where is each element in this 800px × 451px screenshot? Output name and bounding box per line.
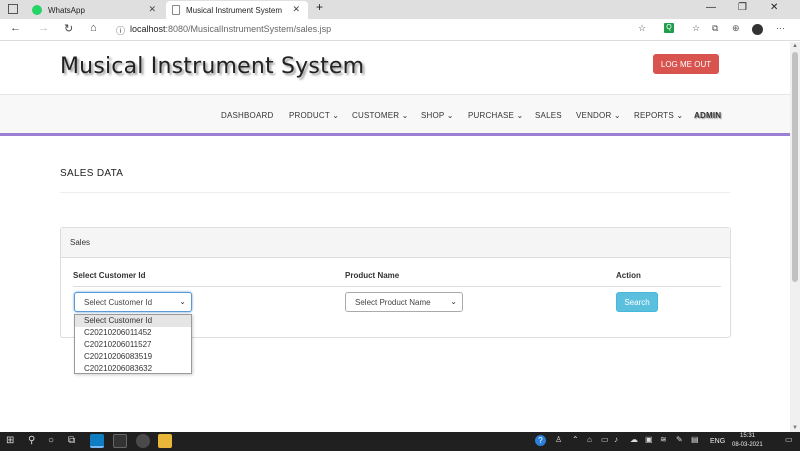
pen-icon[interactable]: ✎ bbox=[676, 435, 683, 444]
url-path: :8080/MusicalInstrumentSystem/sales.jsp bbox=[165, 24, 332, 34]
dropdown-option[interactable]: C20210206011452 bbox=[75, 327, 191, 339]
nav-item-shop[interactable]: SHOP ⌄ bbox=[421, 111, 454, 120]
close-window-icon[interactable]: ✕ bbox=[770, 2, 778, 13]
site-brand: Musical Instrument System bbox=[60, 54, 365, 79]
page-scrollbar[interactable]: ▲ ▼ bbox=[790, 42, 800, 432]
logout-button[interactable]: LOG ME OUT bbox=[653, 54, 719, 74]
nav-item-vendor[interactable]: VENDOR ⌄ bbox=[576, 111, 621, 120]
cortana-icon[interactable]: ○ bbox=[48, 435, 54, 446]
product-name-select[interactable]: Select Product Name ⌄ bbox=[345, 292, 463, 312]
windows-start-icon[interactable]: ⊞ bbox=[6, 435, 14, 446]
windows-taskbar: ⊞ ⚲ ○ ⧉ ? ♙ ⌃ ⌂ ▭ ♪ ☁ ▣ ≋ ✎ ▤ ENG 15:31 … bbox=[0, 432, 800, 451]
column-header-customer: Select Customer Id bbox=[73, 271, 146, 280]
dropdown-option[interactable]: Select Customer Id bbox=[75, 315, 191, 327]
panel-heading: Sales bbox=[61, 228, 730, 258]
refresh-icon[interactable]: ↻ bbox=[64, 22, 73, 35]
window-menu-icon[interactable] bbox=[8, 4, 18, 14]
page-icon bbox=[172, 5, 180, 15]
product-name-select-value: Select Product Name bbox=[355, 297, 431, 307]
network-icon[interactable]: ⌂ bbox=[587, 435, 592, 444]
task-view-icon[interactable]: ⧉ bbox=[68, 435, 75, 446]
divider bbox=[60, 192, 730, 193]
scrollbar-thumb[interactable] bbox=[792, 52, 798, 282]
close-icon[interactable]: ✕ bbox=[292, 4, 300, 15]
page-title: SALES DATA bbox=[60, 168, 124, 179]
info-icon[interactable]: ⓘ bbox=[116, 24, 125, 37]
address-bar: ← → ↻ ⌂ ⓘ localhost:8080/MusicalInstrume… bbox=[0, 19, 800, 41]
whatsapp-icon bbox=[32, 5, 42, 15]
more-menu-icon[interactable]: ⋯ bbox=[776, 23, 785, 34]
search-button[interactable]: Search bbox=[616, 292, 658, 312]
profile-sync-icon[interactable]: ⊕ bbox=[732, 23, 740, 34]
browser-tab-strip: WhatsApp ✕ Musical Instrument System ✕ +… bbox=[0, 0, 800, 19]
new-tab-button[interactable]: + bbox=[316, 0, 323, 14]
customer-id-select-value: Select Customer Id bbox=[84, 297, 153, 307]
nav-item-dashboard[interactable]: DASHBOARD bbox=[221, 111, 273, 120]
people-icon[interactable]: ♙ bbox=[555, 435, 562, 444]
tab-label: WhatsApp bbox=[48, 5, 85, 15]
terminal-icon[interactable] bbox=[113, 434, 127, 448]
web-page: Musical Instrument System LOG ME OUT DAS… bbox=[0, 42, 790, 432]
customer-id-select[interactable]: Select Customer Id ⌄ bbox=[74, 292, 192, 312]
avatar[interactable] bbox=[752, 24, 763, 35]
main-navbar: DASHBOARD PRODUCT ⌄ CUSTOMER ⌄ SHOP ⌄ PU… bbox=[0, 94, 790, 136]
help-icon[interactable]: ? bbox=[535, 435, 546, 446]
restore-icon[interactable]: ❐ bbox=[738, 2, 747, 13]
cloud-icon[interactable]: ☁ bbox=[630, 435, 638, 444]
camera-icon[interactable]: ▣ bbox=[645, 435, 653, 444]
file-explorer-icon[interactable] bbox=[158, 434, 172, 448]
url-field[interactable]: localhost:8080/MusicalInstrumentSystem/s… bbox=[130, 24, 331, 34]
volume-icon[interactable]: ♪ bbox=[614, 435, 618, 444]
nav-item-reports[interactable]: REPORTS ⌄ bbox=[634, 111, 683, 120]
chevron-down-icon: ⌄ bbox=[450, 297, 457, 306]
chevron-up-icon[interactable]: ⌃ bbox=[572, 435, 579, 444]
favorites-bar-icon[interactable]: ☆ bbox=[692, 23, 700, 34]
language-indicator[interactable]: ENG bbox=[710, 438, 725, 445]
panel-title: Sales bbox=[70, 238, 91, 247]
tab-musical-instrument-system[interactable]: Musical Instrument System ✕ bbox=[166, 1, 308, 19]
favorite-icon[interactable]: ☆ bbox=[638, 23, 646, 34]
minimize-icon[interactable]: — bbox=[706, 2, 716, 13]
scroll-up-icon[interactable]: ▲ bbox=[792, 43, 798, 49]
divider bbox=[73, 286, 721, 287]
search-icon[interactable]: ⚲ bbox=[28, 435, 35, 446]
notifications-icon[interactable]: ▭ bbox=[785, 435, 793, 444]
tab-label: Musical Instrument System bbox=[186, 5, 283, 15]
forward-icon[interactable]: → bbox=[38, 22, 49, 34]
back-icon[interactable]: ← bbox=[10, 22, 21, 34]
settings-icon[interactable] bbox=[136, 434, 150, 448]
home-icon[interactable]: ⌂ bbox=[90, 22, 97, 34]
battery-icon[interactable]: ▭ bbox=[601, 435, 609, 444]
url-host: localhost bbox=[130, 24, 166, 34]
dropdown-option[interactable]: C20210206083519 bbox=[75, 351, 191, 363]
chevron-down-icon: ⌄ bbox=[179, 297, 186, 306]
dropdown-option[interactable]: C20210206083632 bbox=[75, 363, 191, 375]
nav-item-customer[interactable]: CUSTOMER ⌄ bbox=[352, 111, 409, 120]
dropdown-option[interactable]: C20210206011527 bbox=[75, 339, 191, 351]
scroll-down-icon[interactable]: ▼ bbox=[792, 425, 798, 431]
edge-icon[interactable] bbox=[90, 434, 104, 448]
close-icon[interactable]: ✕ bbox=[148, 4, 156, 15]
clock-date[interactable]: 08-03-2021 bbox=[732, 442, 763, 448]
collections-icon[interactable]: ⧉ bbox=[712, 23, 718, 34]
column-header-action: Action bbox=[616, 271, 641, 280]
keyboard-icon[interactable]: ▤ bbox=[691, 435, 699, 444]
tab-whatsapp[interactable]: WhatsApp ✕ bbox=[26, 1, 164, 19]
nav-item-purchase[interactable]: PURCHASE ⌄ bbox=[468, 111, 523, 120]
nav-item-product[interactable]: PRODUCT ⌄ bbox=[289, 111, 339, 120]
customer-id-dropdown-list: Select Customer Id C20210206011452 C2021… bbox=[74, 314, 192, 374]
wifi-icon[interactable]: ≋ bbox=[660, 435, 667, 444]
nav-item-sales[interactable]: SALES bbox=[535, 111, 562, 120]
clock-time[interactable]: 15:31 bbox=[740, 433, 755, 439]
nav-item-admin[interactable]: ADMIN bbox=[694, 111, 721, 120]
extension-icon[interactable]: Q bbox=[664, 23, 674, 33]
column-header-product: Product Name bbox=[345, 271, 400, 280]
